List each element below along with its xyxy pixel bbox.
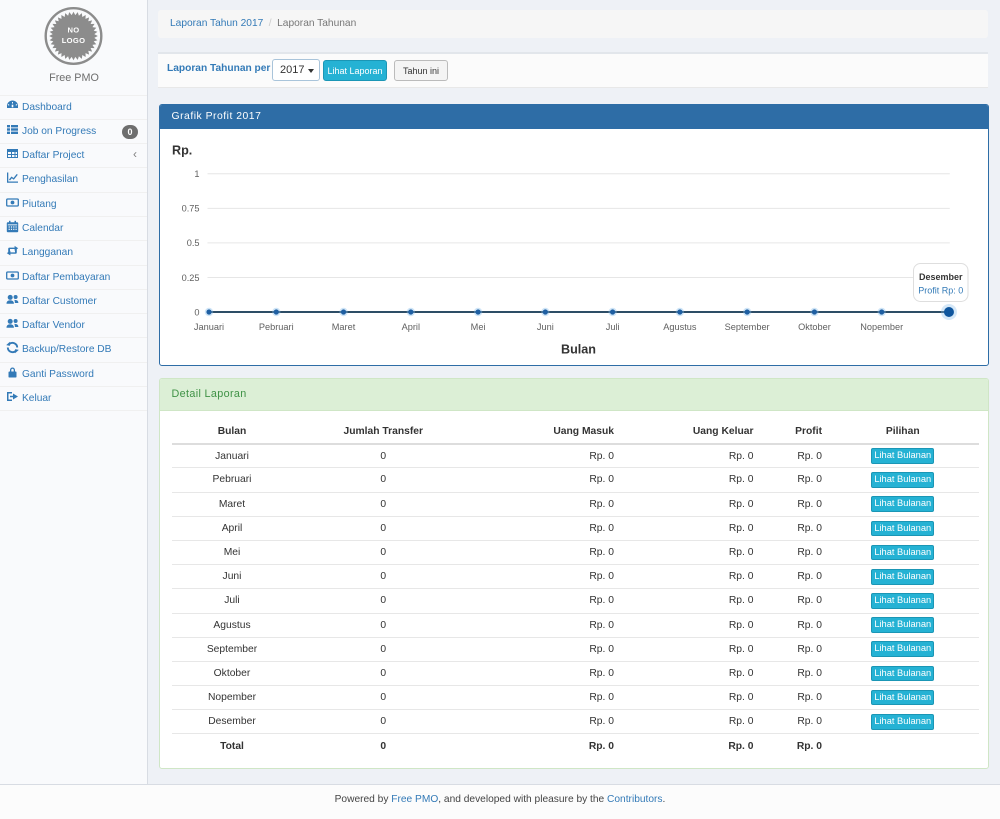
svg-text:Pebruari: Pebruari — [258, 322, 293, 332]
svg-text:Profit Rp: 0: Profit Rp: 0 — [918, 285, 963, 295]
svg-text:0: 0 — [194, 307, 199, 317]
svg-text:Desember: Desember — [919, 272, 963, 282]
svg-text:Mei: Mei — [470, 322, 485, 332]
svg-text:Rp.: Rp. — [172, 143, 192, 157]
svg-text:NO: NO — [68, 26, 80, 35]
svg-text:Juni: Juni — [536, 322, 553, 332]
svg-text:Nopember: Nopember — [860, 322, 903, 332]
svg-text:Januari: Januari — [193, 322, 223, 332]
svg-text:Agustus: Agustus — [663, 322, 697, 332]
svg-text:September: September — [724, 322, 769, 332]
svg-text:Bulan: Bulan — [561, 342, 596, 356]
svg-text:Juli: Juli — [605, 322, 619, 332]
svg-text:1: 1 — [194, 169, 199, 179]
svg-text:LOGO: LOGO — [62, 36, 86, 45]
svg-text:0.75: 0.75 — [181, 203, 199, 213]
svg-text:0.5: 0.5 — [186, 238, 199, 248]
svg-text:Maret: Maret — [331, 322, 355, 332]
svg-text:Oktober: Oktober — [798, 322, 831, 332]
svg-text:April: April — [401, 322, 419, 332]
svg-text:0.25: 0.25 — [181, 272, 199, 282]
